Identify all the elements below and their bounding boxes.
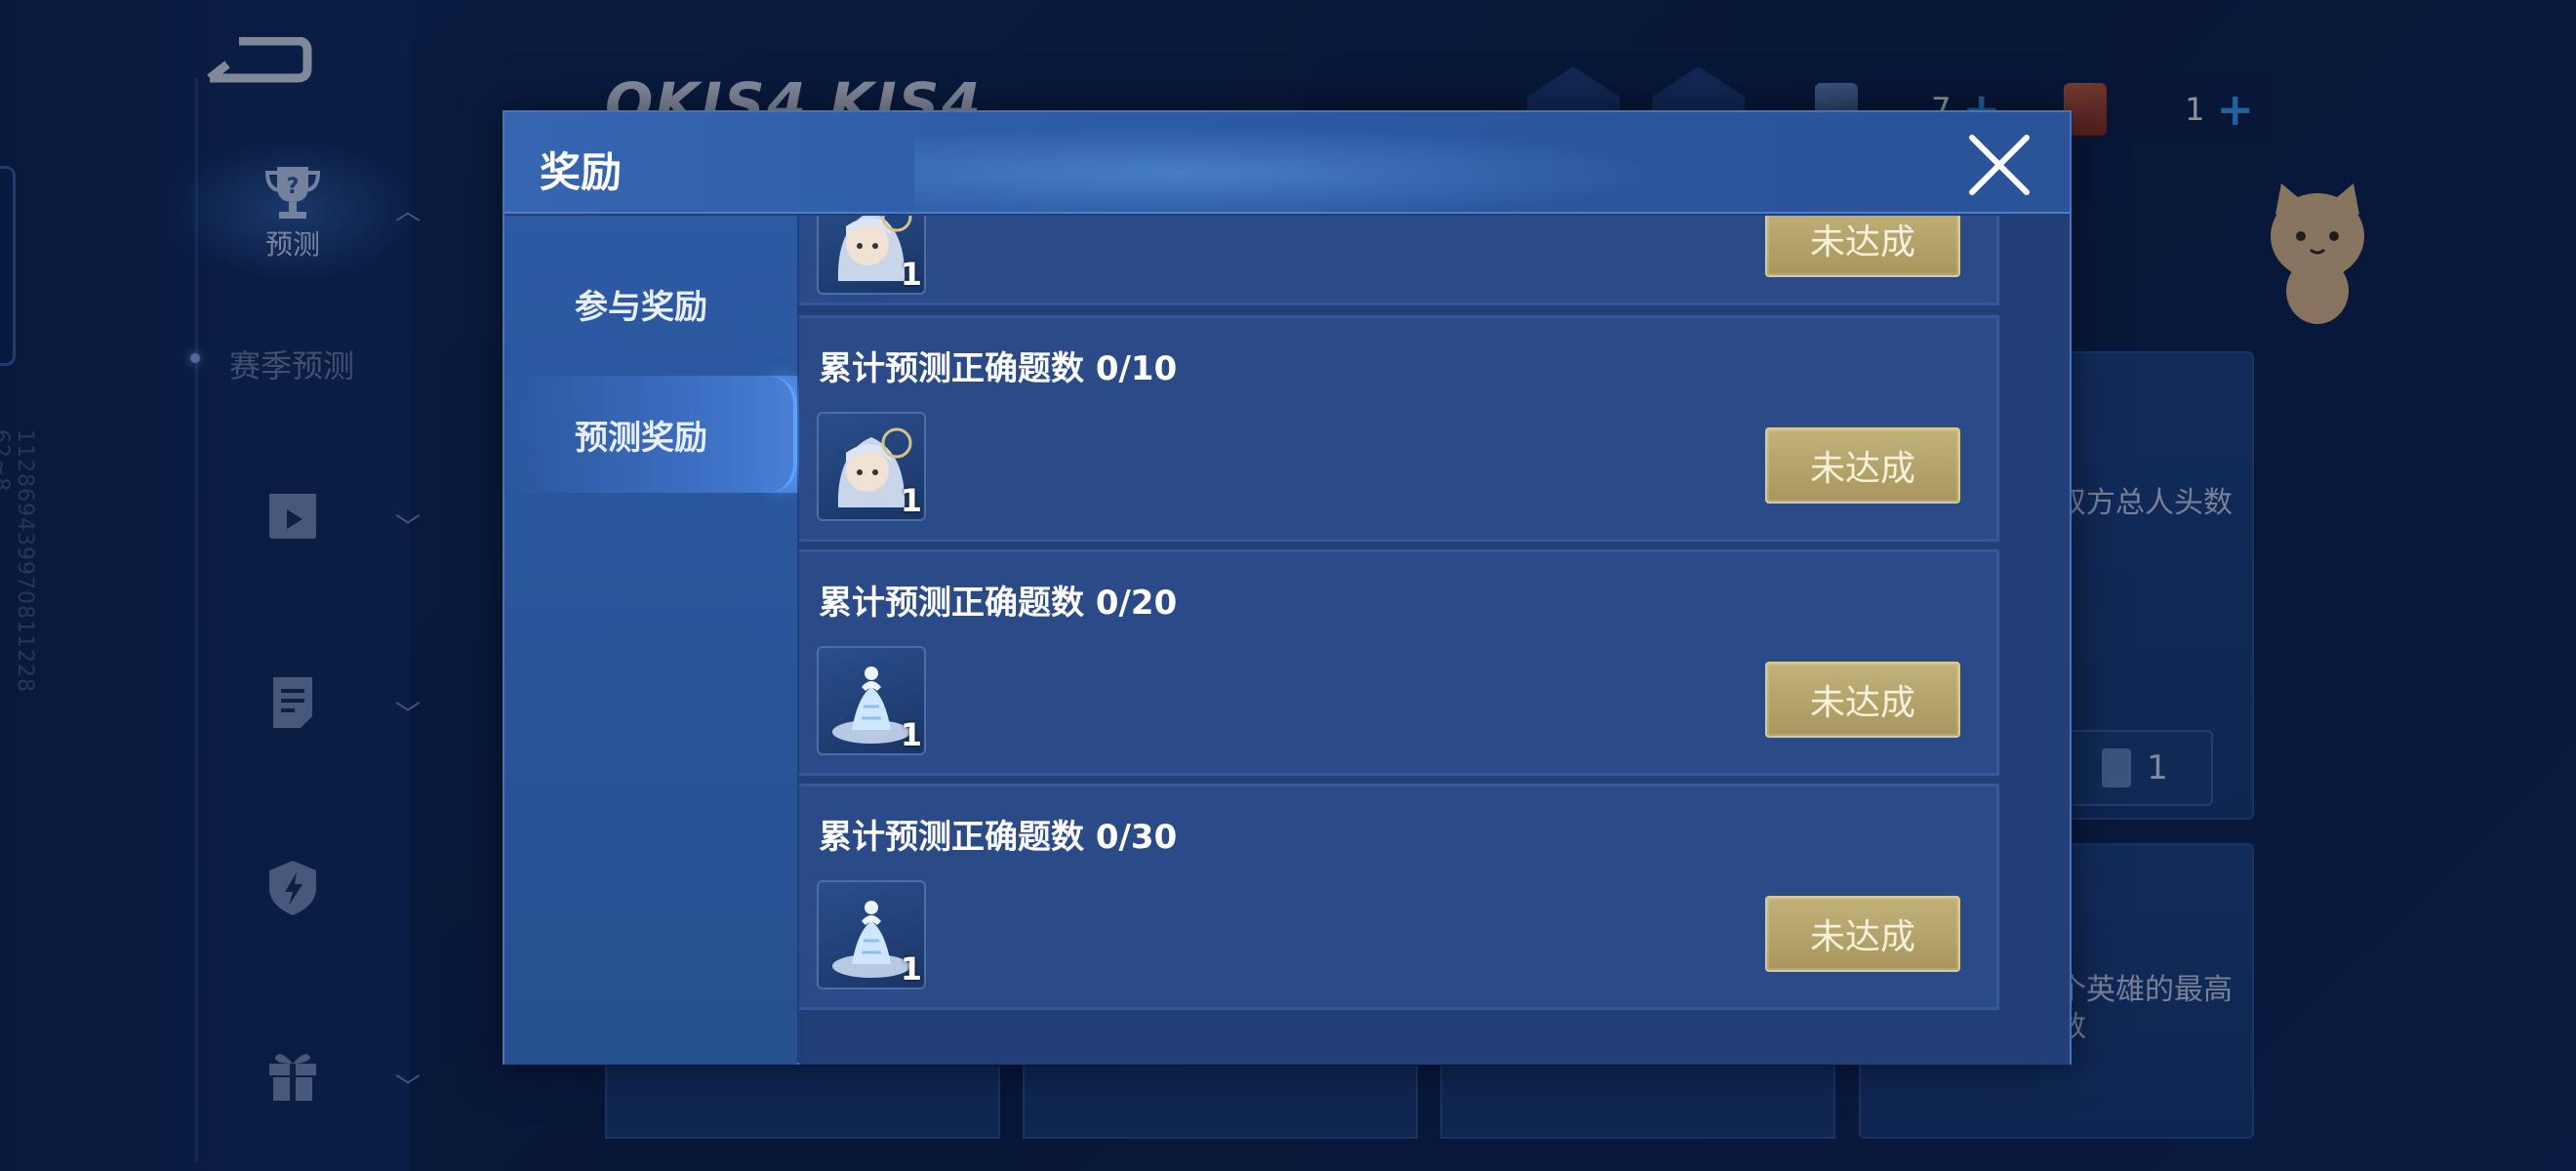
reward-list[interactable]: 1 未达成 累计预测正确题数 0/10 1 未达成 累计预测正确题数 0/20 … bbox=[799, 216, 2070, 1065]
close-icon bbox=[1969, 135, 2030, 195]
item-quantity: 1 bbox=[900, 482, 922, 519]
item-quantity: 1 bbox=[900, 256, 922, 293]
tab-prediction-rewards[interactable]: 预测奖励 bbox=[504, 376, 797, 493]
claim-button[interactable]: 未达成 bbox=[1765, 662, 1960, 738]
reward-row: 累计预测正确题数 0/20 1 未达成 bbox=[799, 549, 1999, 776]
reward-item[interactable]: 1 bbox=[817, 216, 926, 295]
tab-label: 参与奖励 bbox=[575, 287, 707, 327]
reward-row: 累计预测正确题数 0/30 1 未达成 bbox=[799, 784, 1999, 1010]
reward-row: 累计预测正确题数 0/10 1 未达成 bbox=[799, 315, 1999, 542]
close-button[interactable] bbox=[1966, 132, 2033, 198]
rewards-modal: 奖励 参与奖励 预测奖励 1 未达成 累计预测正确题数 0/10 1 未达成 累… bbox=[503, 110, 2072, 1065]
reward-item[interactable]: 1 bbox=[817, 646, 926, 755]
modal-header: 奖励 bbox=[504, 112, 2070, 214]
reward-item[interactable]: 1 bbox=[817, 412, 926, 521]
reward-title: 累计预测正确题数 0/20 bbox=[819, 584, 1178, 623]
reward-item[interactable]: 1 bbox=[817, 880, 926, 989]
reward-title: 累计预测正确题数 0/10 bbox=[819, 349, 1178, 388]
reward-row: 1 未达成 bbox=[799, 216, 1999, 305]
claim-button[interactable]: 未达成 bbox=[1765, 427, 1960, 504]
reward-tabs: 参与奖励 预测奖励 bbox=[504, 216, 797, 1065]
claim-button[interactable]: 未达成 bbox=[1765, 216, 1960, 277]
modal-title: 奖励 bbox=[540, 148, 623, 196]
tab-label: 预测奖励 bbox=[575, 418, 707, 458]
reward-title: 累计预测正确题数 0/30 bbox=[819, 818, 1178, 857]
tab-participation-rewards[interactable]: 参与奖励 bbox=[504, 245, 797, 362]
claim-button[interactable]: 未达成 bbox=[1765, 896, 1960, 972]
header-glow bbox=[914, 112, 1792, 214]
active-tab-indicator bbox=[768, 376, 797, 493]
item-quantity: 1 bbox=[900, 716, 922, 753]
item-quantity: 1 bbox=[900, 950, 922, 988]
